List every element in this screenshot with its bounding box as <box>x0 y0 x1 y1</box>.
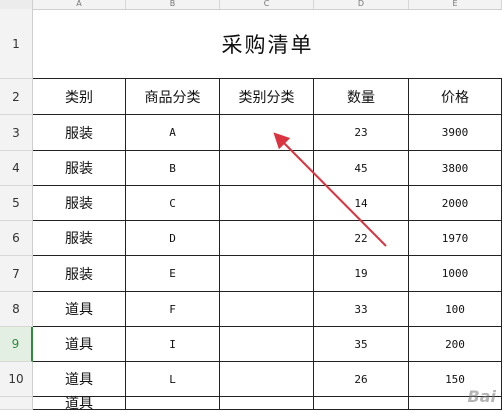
spreadsheet: ABCDE 1 2 3 4 5 6 7 8 9 10 采购清单 类别 商品分类 类别分类 数量 价格 服装 A… <box>0 0 502 412</box>
watermark-logo: Bai <box>467 387 496 406</box>
arrow-line <box>273 132 387 247</box>
annotation-arrow <box>273 132 387 247</box>
